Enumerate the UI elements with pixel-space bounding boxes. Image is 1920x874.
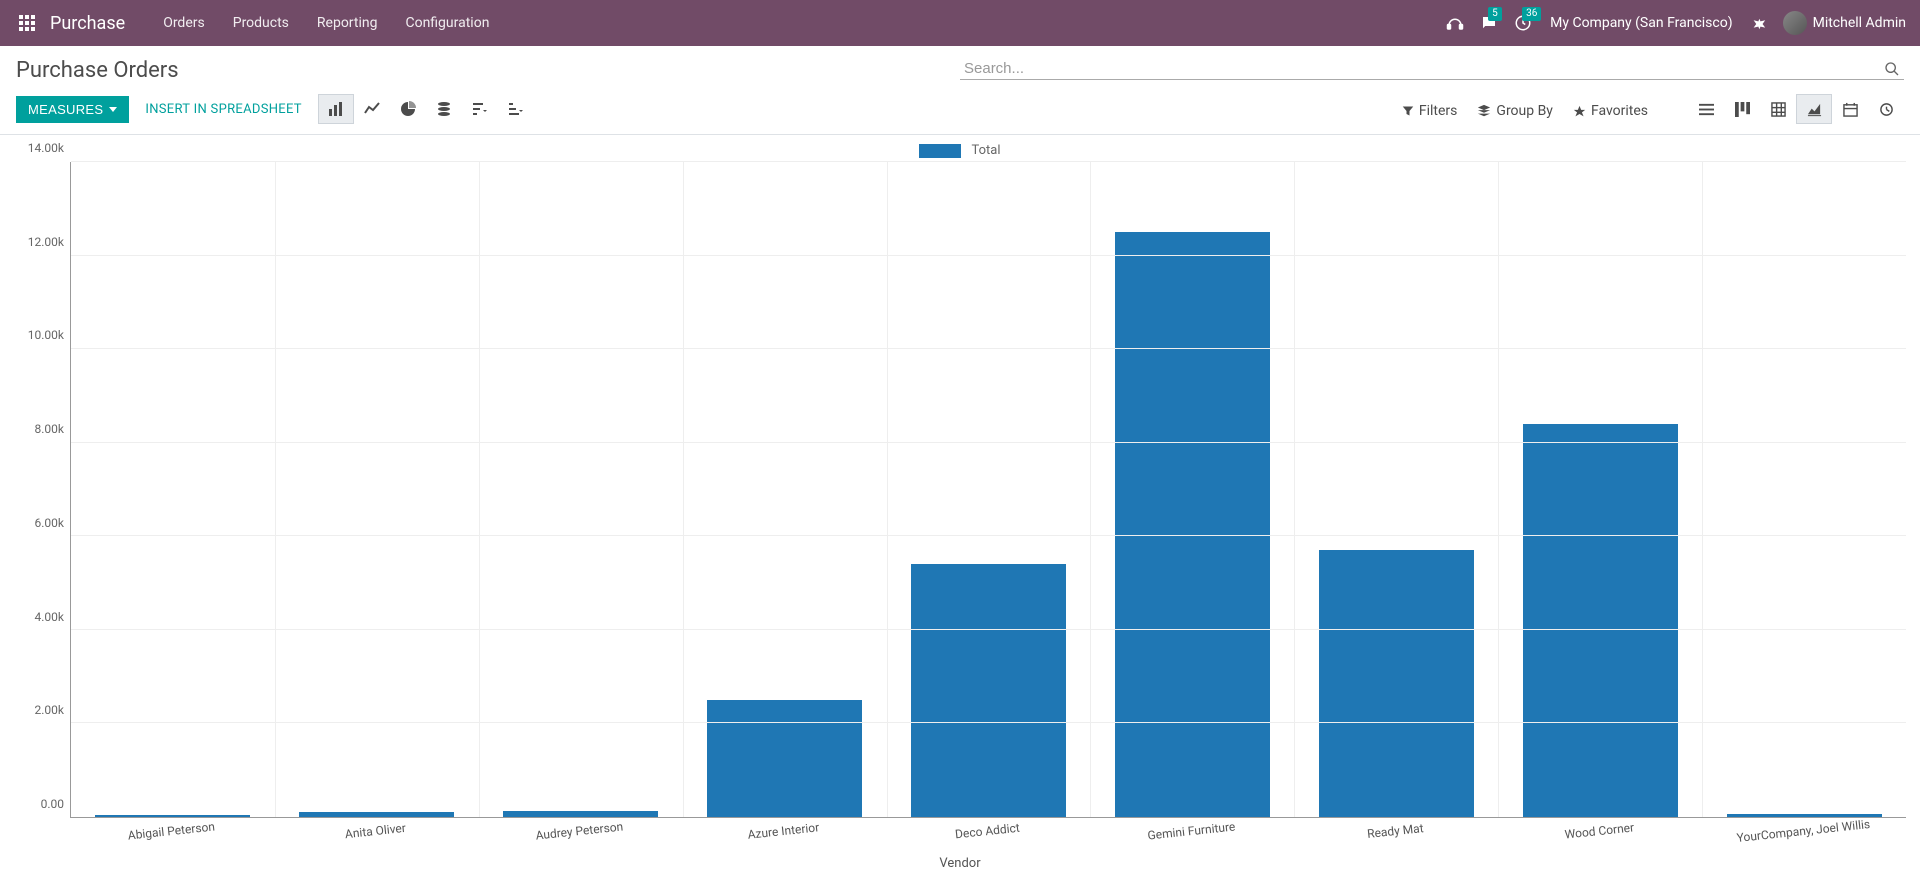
bar-slot bbox=[1498, 162, 1702, 817]
y-tick: 4.00k bbox=[35, 610, 64, 624]
avatar bbox=[1783, 11, 1807, 35]
y-tick: 0.00 bbox=[41, 797, 64, 811]
support-icon[interactable] bbox=[1438, 14, 1472, 32]
apps-icon[interactable] bbox=[16, 12, 38, 34]
menu-orders[interactable]: Orders bbox=[149, 15, 219, 31]
top-navbar: Purchase Orders Products Reporting Confi… bbox=[0, 0, 1920, 46]
bar-slot bbox=[683, 162, 887, 817]
measures-button[interactable]: Measures bbox=[16, 96, 129, 123]
measures-label: Measures bbox=[28, 102, 103, 117]
search-bar[interactable] bbox=[960, 58, 1904, 80]
grid-line bbox=[71, 161, 1906, 162]
bar[interactable] bbox=[1115, 232, 1270, 817]
legend-label: Total bbox=[971, 143, 1000, 158]
bar-slot bbox=[1090, 162, 1294, 817]
bar[interactable] bbox=[1319, 550, 1474, 817]
grid-line bbox=[71, 348, 1906, 349]
filters-label: Filters bbox=[1419, 103, 1458, 119]
filters-button[interactable]: Filters bbox=[1402, 103, 1458, 119]
bars-layer bbox=[71, 162, 1906, 817]
bar-slot bbox=[479, 162, 683, 817]
view-switcher bbox=[1688, 94, 1904, 124]
chart-type-group bbox=[318, 94, 534, 124]
search-input[interactable] bbox=[964, 60, 1884, 77]
grid-line bbox=[71, 255, 1906, 256]
bar-slot bbox=[275, 162, 479, 817]
menu-products[interactable]: Products bbox=[219, 15, 303, 31]
pivot-view-icon[interactable] bbox=[1760, 94, 1796, 124]
app-name[interactable]: Purchase bbox=[50, 13, 125, 34]
search-icon[interactable] bbox=[1884, 61, 1900, 77]
grid-line bbox=[1294, 162, 1295, 817]
bar-slot bbox=[71, 162, 275, 817]
stacked-icon[interactable] bbox=[426, 94, 462, 124]
x-axis-labels: Abigail PetersonAnita OliverAudrey Peter… bbox=[70, 818, 1906, 856]
messages-badge: 5 bbox=[1488, 7, 1502, 21]
activities-badge: 36 bbox=[1522, 7, 1541, 21]
chevron-down-icon bbox=[109, 107, 117, 112]
favorites-label: Favorites bbox=[1591, 103, 1648, 119]
grid-line bbox=[683, 162, 684, 817]
activity-view-icon[interactable] bbox=[1868, 94, 1904, 124]
kanban-view-icon[interactable] bbox=[1724, 94, 1760, 124]
y-tick: 14.00k bbox=[28, 141, 64, 155]
chart-body: 0.002.00k4.00k6.00k8.00k10.00k12.00k14.0… bbox=[14, 162, 1906, 818]
grid-line bbox=[1702, 162, 1703, 817]
grid-line bbox=[71, 722, 1906, 723]
grid-line bbox=[71, 442, 1906, 443]
user-name: Mitchell Admin bbox=[1813, 15, 1906, 31]
bar[interactable] bbox=[911, 564, 1066, 817]
grid-line bbox=[887, 162, 888, 817]
y-tick: 10.00k bbox=[28, 328, 64, 342]
company-selector[interactable]: My Company (San Francisco) bbox=[1540, 15, 1742, 31]
bar-slot bbox=[1294, 162, 1498, 817]
messages-icon[interactable]: 5 bbox=[1472, 14, 1506, 32]
grid-line bbox=[71, 535, 1906, 536]
chart-legend: Total bbox=[14, 143, 1906, 158]
grid-line bbox=[479, 162, 480, 817]
y-tick: 12.00k bbox=[28, 235, 64, 249]
groupby-label: Group By bbox=[1496, 103, 1553, 119]
grid-line bbox=[1090, 162, 1091, 817]
plot-area bbox=[70, 162, 1906, 818]
calendar-view-icon[interactable] bbox=[1832, 94, 1868, 124]
bar-slot bbox=[1702, 162, 1906, 817]
debug-icon[interactable] bbox=[1743, 14, 1777, 32]
list-view-icon[interactable] bbox=[1688, 94, 1724, 124]
insert-spreadsheet-link[interactable]: Insert in Spreadsheet bbox=[145, 102, 301, 117]
y-tick: 2.00k bbox=[35, 703, 64, 717]
y-axis: 0.002.00k4.00k6.00k8.00k10.00k12.00k14.0… bbox=[14, 162, 70, 818]
bar[interactable] bbox=[707, 700, 862, 817]
grid-line bbox=[71, 629, 1906, 630]
control-panel: Purchase Orders bbox=[0, 46, 1920, 90]
pie-chart-icon[interactable] bbox=[390, 94, 426, 124]
bar[interactable] bbox=[1523, 424, 1678, 817]
page-title: Purchase Orders bbox=[16, 58, 960, 83]
legend-swatch bbox=[919, 144, 961, 158]
sort-asc-icon[interactable] bbox=[498, 94, 534, 124]
groupby-button[interactable]: Group By bbox=[1477, 103, 1553, 119]
graph-view-icon[interactable] bbox=[1796, 94, 1832, 124]
sort-desc-icon[interactable] bbox=[462, 94, 498, 124]
bar-slot bbox=[887, 162, 1091, 817]
menu-reporting[interactable]: Reporting bbox=[303, 15, 392, 31]
grid-line bbox=[1498, 162, 1499, 817]
activities-icon[interactable]: 36 bbox=[1506, 14, 1540, 32]
search-options: Filters Group By Favorites bbox=[1402, 103, 1648, 119]
line-chart-icon[interactable] bbox=[354, 94, 390, 124]
menu-configuration[interactable]: Configuration bbox=[391, 15, 503, 31]
grid-line bbox=[275, 162, 276, 817]
y-tick: 6.00k bbox=[35, 516, 64, 530]
chart-container: Total 0.00 2.00k 4.00k 6.00k 8.00k 10.00k 12.0… bbox=[0, 135, 1920, 869]
toolbar: Measures Insert in Spreadsheet Filters bbox=[0, 90, 1920, 135]
y-tick: 8.00k bbox=[35, 422, 64, 436]
favorites-button[interactable]: Favorites bbox=[1573, 103, 1648, 119]
bar-chart-icon[interactable] bbox=[318, 94, 354, 124]
user-menu[interactable]: Mitchell Admin bbox=[1777, 11, 1912, 35]
